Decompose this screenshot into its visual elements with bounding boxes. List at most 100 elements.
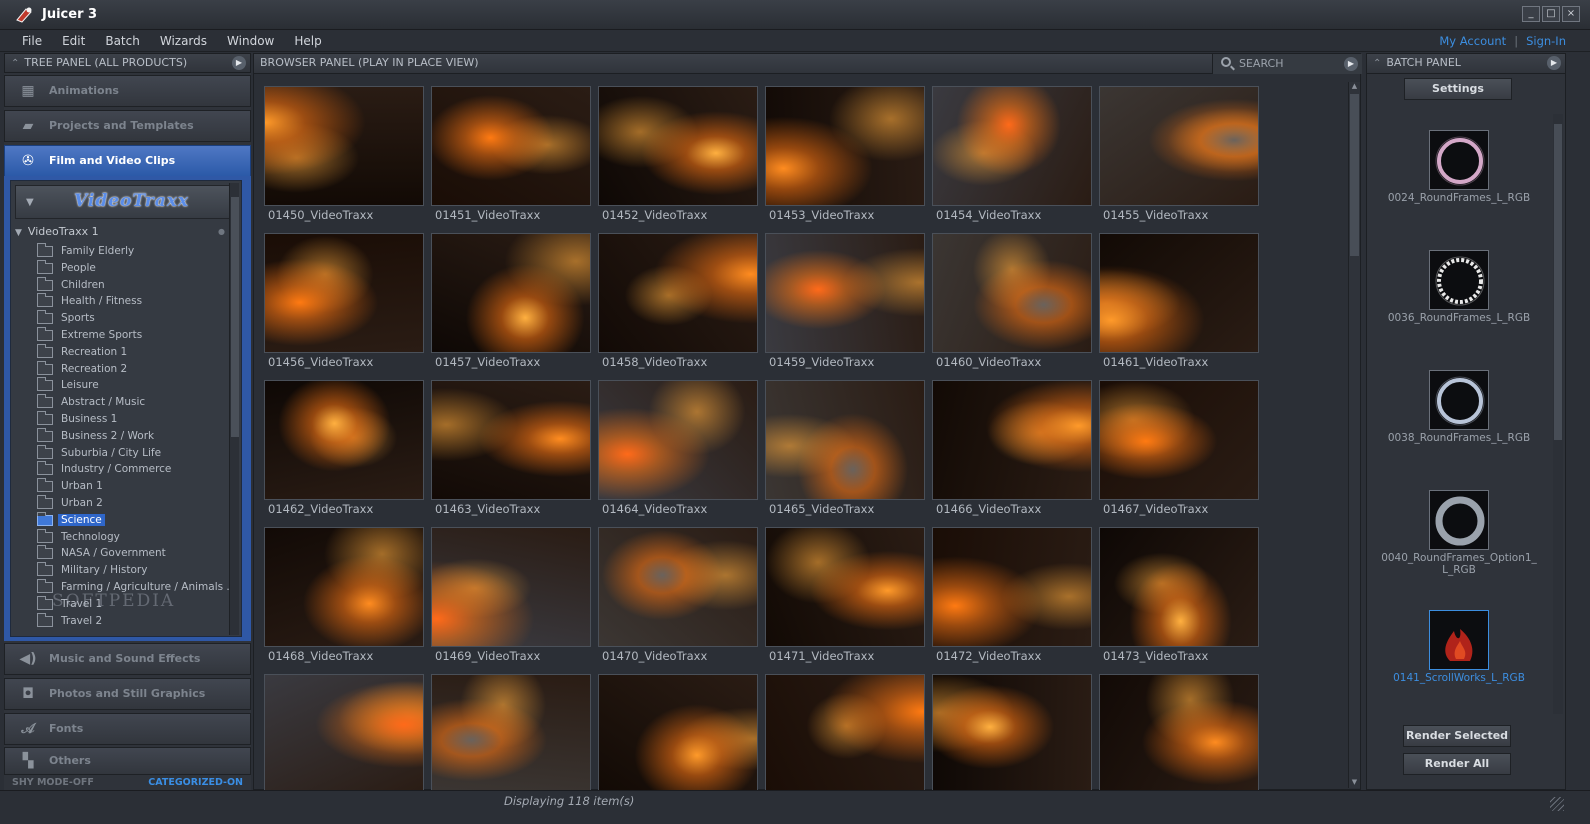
clip-preview-image[interactable]: [264, 527, 424, 647]
settings-button[interactable]: Settings: [1404, 78, 1512, 100]
tree-item[interactable]: Family Elderly: [35, 243, 235, 260]
clip-preview-image[interactable]: [264, 233, 424, 353]
tree-item[interactable]: Urban 2: [35, 494, 235, 512]
clip-preview-image[interactable]: [932, 527, 1092, 647]
batch-item-thumbnail[interactable]: [1429, 610, 1489, 670]
clip-thumbnail[interactable]: 01456_VideoTraxx: [264, 233, 424, 373]
clip-preview-image[interactable]: [765, 380, 925, 500]
clip-thumbnail[interactable]: 01461_VideoTraxx: [1099, 233, 1259, 373]
clip-thumbnail[interactable]: 01468_VideoTraxx: [264, 527, 424, 667]
menu-wizards[interactable]: Wizards: [150, 34, 217, 48]
menu-file[interactable]: File: [12, 34, 52, 48]
batch-item-thumbnail[interactable]: [1429, 250, 1489, 310]
clip-thumbnail[interactable]: 01455_VideoTraxx: [1099, 86, 1259, 226]
clip-preview-image[interactable]: [765, 86, 925, 206]
close-button[interactable]: ×: [1562, 6, 1580, 22]
tree-item[interactable]: Extreme Sports: [35, 326, 235, 344]
clip-preview-image[interactable]: [598, 86, 758, 206]
tree-item[interactable]: Abstract / Music: [35, 394, 235, 411]
category-fonts[interactable]: 𝒜 Fonts: [4, 713, 251, 745]
clip-thumbnail[interactable]: 01450_VideoTraxx: [264, 86, 424, 226]
menu-edit[interactable]: Edit: [52, 34, 95, 48]
clip-thumbnail[interactable]: 01452_VideoTraxx: [598, 86, 758, 226]
scroll-thumb[interactable]: [1350, 94, 1359, 256]
tree-item[interactable]: Suburbia / City Life: [35, 444, 235, 462]
tree-item[interactable]: NASA / Government: [35, 545, 235, 562]
category-music-sound[interactable]: ◀) Music and Sound Effects: [4, 643, 251, 675]
batch-item-thumbnail[interactable]: [1429, 490, 1489, 550]
tree-item[interactable]: Technology: [35, 528, 235, 546]
sign-in-link[interactable]: Sign-In: [1526, 34, 1566, 48]
tree-item[interactable]: Sports: [35, 310, 235, 327]
tree-scrollbar[interactable]: [229, 183, 239, 635]
batch-item-thumbnail[interactable]: [1429, 130, 1489, 190]
tree-item[interactable]: Urban 1: [35, 478, 235, 495]
category-projects-templates[interactable]: ▰ Projects and Templates: [4, 110, 251, 142]
clip-preview-image[interactable]: [1099, 86, 1259, 206]
category-animations[interactable]: ▦ Animations: [4, 75, 251, 107]
scroll-down-arrow-icon[interactable]: ▼: [1350, 778, 1359, 788]
batch-item[interactable]: 0040_RoundFrames_Option1_L_RGB: [1375, 490, 1543, 576]
clip-preview-image[interactable]: [765, 527, 925, 647]
clip-thumbnail[interactable]: 01465_VideoTraxx: [765, 380, 925, 520]
clip-thumbnail[interactable]: 01471_VideoTraxx: [765, 527, 925, 667]
tree-item[interactable]: Health / Fitness: [35, 293, 235, 310]
tree-item[interactable]: Travel 2: [35, 612, 235, 630]
tree-item[interactable]: Science: [35, 511, 235, 529]
menu-batch[interactable]: Batch: [95, 34, 150, 48]
product-header[interactable]: ▼ VideoTraxx: [15, 185, 231, 219]
resize-grip-icon[interactable]: [1550, 797, 1564, 811]
clip-thumbnail[interactable]: 01451_VideoTraxx: [431, 86, 591, 226]
menu-help[interactable]: Help: [284, 34, 331, 48]
expand-triangle-icon[interactable]: ▼: [26, 197, 34, 208]
clip-thumbnail[interactable]: 01467_VideoTraxx: [1099, 380, 1259, 520]
search-go-arrow-icon[interactable]: ▶: [1344, 57, 1358, 71]
clip-preview-image[interactable]: [431, 380, 591, 500]
clip-thumbnail[interactable]: 01473_VideoTraxx: [1099, 527, 1259, 667]
tree-item[interactable]: People: [35, 259, 235, 277]
clip-preview-image[interactable]: [264, 674, 424, 794]
clip-thumbnail[interactable]: 01462_VideoTraxx: [264, 380, 424, 520]
clip-preview-image[interactable]: [932, 674, 1092, 794]
clip-preview-image[interactable]: [932, 380, 1092, 500]
tree-item[interactable]: Children: [35, 276, 235, 294]
clip-preview-image[interactable]: [431, 527, 591, 647]
tree-item[interactable]: Business 1: [35, 410, 235, 428]
render-all-button[interactable]: Render All: [1403, 753, 1511, 775]
clip-preview-image[interactable]: [932, 86, 1092, 206]
clip-preview-image[interactable]: [1099, 527, 1259, 647]
maximize-button[interactable]: □: [1542, 6, 1560, 22]
collapse-chevron-icon[interactable]: ⌃: [11, 58, 19, 69]
clip-thumbnail[interactable]: 01463_VideoTraxx: [431, 380, 591, 520]
clip-thumbnail[interactable]: 01472_VideoTraxx: [932, 527, 1092, 667]
batch-item[interactable]: 0141_ScrollWorks_L_RGB: [1375, 610, 1543, 684]
clip-preview-image[interactable]: [264, 380, 424, 500]
shy-mode-toggle[interactable]: SHY MODE-OFF: [12, 777, 94, 788]
batch-item[interactable]: 0024_RoundFrames_L_RGB: [1375, 130, 1543, 204]
scroll-thumb[interactable]: [231, 197, 239, 437]
tree-item[interactable]: Industry / Commerce: [35, 461, 235, 478]
clip-thumbnail[interactable]: 01457_VideoTraxx: [431, 233, 591, 373]
clip-thumbnail[interactable]: 01464_VideoTraxx: [598, 380, 758, 520]
clip-preview-image[interactable]: [932, 233, 1092, 353]
panel-menu-arrow-icon[interactable]: ▶: [1547, 56, 1561, 70]
render-selected-button[interactable]: Render Selected: [1403, 725, 1511, 747]
tree-item[interactable]: Recreation 2: [35, 360, 235, 378]
batch-item[interactable]: 0038_RoundFrames_L_RGB: [1375, 370, 1543, 444]
clip-preview-image[interactable]: [431, 233, 591, 353]
category-photos-graphics[interactable]: ◘ Photos and Still Graphics: [4, 678, 251, 710]
menu-window[interactable]: Window: [217, 34, 284, 48]
minimize-button[interactable]: _: [1522, 6, 1540, 22]
root-options-icon[interactable]: ●: [218, 227, 225, 236]
clip-preview-image[interactable]: [765, 674, 925, 794]
tree-item[interactable]: Business 2 / Work: [35, 427, 235, 445]
clip-preview-image[interactable]: [1099, 233, 1259, 353]
expand-triangle-icon[interactable]: ▼: [15, 228, 22, 238]
clip-preview-image[interactable]: [431, 674, 591, 794]
clip-thumbnail[interactable]: 01458_VideoTraxx: [598, 233, 758, 373]
batch-item[interactable]: 0036_RoundFrames_L_RGB: [1375, 250, 1543, 324]
category-film-video-clips[interactable]: ✇ Film and Video Clips: [4, 145, 251, 177]
clip-thumbnail[interactable]: 01469_VideoTraxx: [431, 527, 591, 667]
tree-item[interactable]: Leisure: [35, 377, 235, 394]
scroll-up-arrow-icon[interactable]: ▲: [1350, 82, 1359, 92]
